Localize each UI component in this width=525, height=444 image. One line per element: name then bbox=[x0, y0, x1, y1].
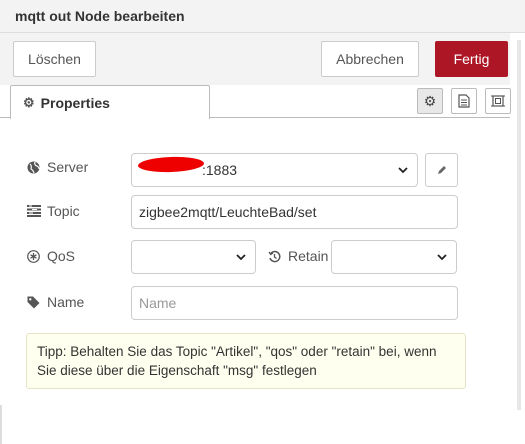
retain-select[interactable] bbox=[331, 240, 457, 274]
panel-edge bbox=[0, 405, 2, 444]
dialog-title: mqtt out Node bearbeiten bbox=[15, 8, 185, 24]
qos-select[interactable] bbox=[131, 240, 256, 274]
delete-button[interactable]: Löschen bbox=[13, 41, 96, 77]
done-button[interactable]: Fertig bbox=[435, 41, 508, 77]
gear-icon: ⚙ bbox=[23, 94, 35, 110]
history-icon bbox=[268, 250, 284, 263]
topic-input[interactable]: zigbee2mqtt/LeuchteBad/set bbox=[131, 195, 458, 229]
retain-label: Retain bbox=[268, 248, 328, 264]
qos-label: QoS bbox=[27, 248, 75, 264]
chevron-down-icon bbox=[398, 167, 408, 174]
name-label: Name bbox=[27, 294, 84, 310]
gear-icon: ⚙ bbox=[423, 92, 437, 109]
chevron-down-icon bbox=[437, 254, 447, 261]
tab-properties[interactable]: ⚙ Properties bbox=[10, 85, 210, 119]
settings-tab-button[interactable]: ⚙ bbox=[417, 88, 443, 114]
edit-server-button[interactable] bbox=[425, 153, 458, 187]
tip-text: Tipp: Behalten Sie das Topic "Artikel", … bbox=[37, 344, 437, 378]
globe-icon bbox=[27, 161, 43, 174]
scrollbar[interactable] bbox=[517, 40, 521, 410]
pencil-icon bbox=[437, 166, 446, 174]
document-icon bbox=[458, 94, 470, 108]
asterisk-circle-icon bbox=[27, 249, 43, 263]
dialog-titlebar: mqtt out Node bearbeiten bbox=[0, 0, 525, 33]
description-tab-button[interactable] bbox=[451, 88, 477, 114]
tip-box: Tipp: Behalten Sie das Topic "Artikel", … bbox=[26, 333, 466, 389]
chevron-down-icon bbox=[236, 254, 246, 261]
appearance-tab-button[interactable] bbox=[485, 88, 511, 114]
tag-icon bbox=[27, 296, 43, 309]
server-label: Server bbox=[27, 159, 88, 175]
cancel-button[interactable]: Abbrechen bbox=[321, 41, 419, 77]
tasks-icon bbox=[27, 205, 43, 217]
name-input[interactable]: Name bbox=[131, 286, 458, 320]
tab-properties-label: Properties bbox=[40, 94, 110, 111]
topic-label: Topic bbox=[27, 203, 80, 219]
server-select-value: :1883 bbox=[202, 162, 238, 178]
frame-icon bbox=[491, 95, 505, 107]
